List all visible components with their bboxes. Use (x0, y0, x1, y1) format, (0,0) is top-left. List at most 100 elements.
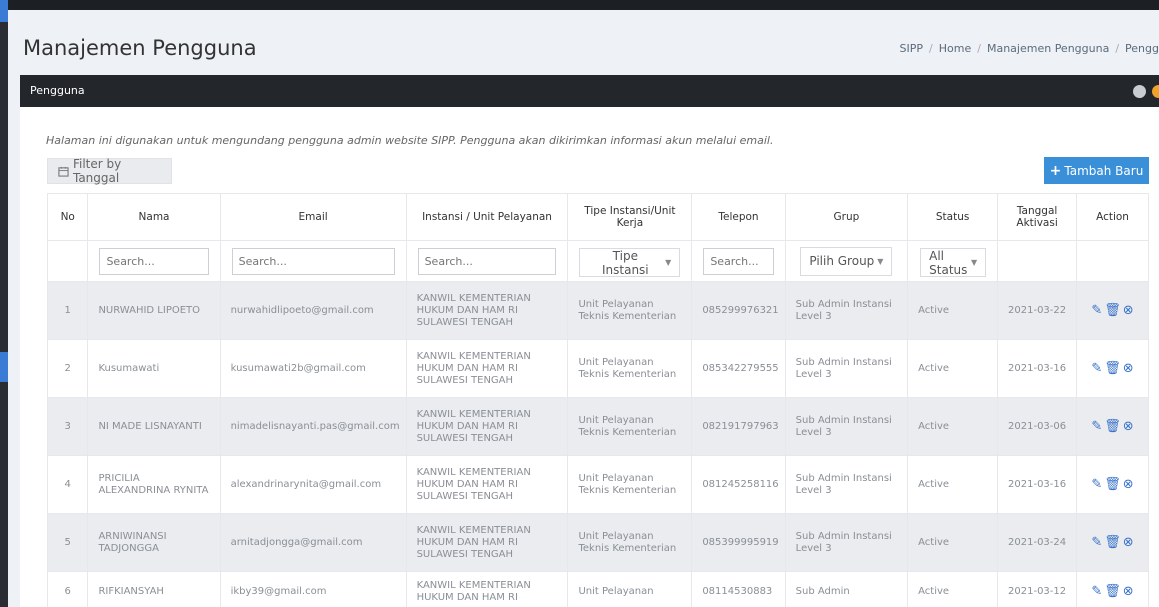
row-actions: ✎ 🗑 ⊗ (1076, 513, 1149, 572)
row-tipe: Unit Pelayanan Teknis Kementerian (567, 455, 693, 514)
row-number: 5 (46, 513, 89, 572)
breadcrumb-item-manajemen[interactable]: Manajemen Pengguna (987, 42, 1109, 55)
page-header: Manajemen Pengguna SIPP / Home / Manajemen P… (8, 10, 1159, 75)
email-search-input[interactable] (231, 247, 395, 275)
trash-icon[interactable]: 🗑 (1104, 535, 1121, 550)
row-tipe: Unit Pelayanan Teknis Kementerian (567, 281, 693, 340)
row-tanggal: 2021-03-22 (997, 281, 1078, 340)
close-circle-icon[interactable]: ⊗ (1123, 303, 1134, 318)
row-email: alexandrinarynita@gmail.com (219, 455, 407, 514)
row-number: 1 (46, 281, 89, 340)
chevron-down-icon: ▼ (665, 258, 672, 268)
row-grup: Sub Admin Instansi Level 3 (784, 397, 909, 456)
row-instansi: KANWIL KEMENTERIAN HUKUM DAN HAM RI SULA… (405, 281, 569, 340)
telepon-search-input[interactable] (703, 247, 774, 275)
row-status: Active (907, 397, 999, 456)
edit-icon[interactable]: ✎ (1091, 535, 1102, 550)
users-table: No Nama Email Instansi / Unit Pelayanan … (46, 193, 1149, 607)
row-email: ikby39@gmail.com (219, 571, 407, 607)
group-select[interactable]: Pilih Group ▼ (800, 246, 893, 276)
table-row: 1 NURWAHID LIPOETO nurwahidlipoeto@gmail… (46, 281, 1149, 340)
filter-cell-empty (46, 240, 89, 282)
column-header[interactable]: Status (907, 193, 999, 241)
row-telepon: 08114530883 (691, 571, 786, 607)
column-header[interactable]: Grup (784, 193, 909, 241)
row-instansi: KANWIL KEMENTERIAN HUKUM DAN HAM RI SULA… (405, 397, 569, 456)
row-nama: NURWAHID LIPOETO (87, 281, 221, 340)
panel-title: Pengguna (30, 84, 85, 97)
row-grup: Sub Admin Instansi Level 3 (784, 513, 909, 572)
row-actions: ✎ 🗑 ⊗ (1076, 281, 1149, 340)
edit-icon[interactable]: ✎ (1091, 303, 1102, 318)
column-header[interactable]: Tanggal Aktivasi (997, 193, 1078, 241)
table-row: 6 RIFKIANSYAH ikby39@gmail.com KANWIL KE… (46, 571, 1149, 607)
close-circle-icon[interactable]: ⊗ (1123, 535, 1134, 550)
status-select[interactable]: All Status ▼ (920, 248, 987, 278)
row-nama: RIFKIANSYAH (87, 571, 221, 607)
panel-header: Pengguna (20, 75, 1159, 107)
row-nama: ARNIWINANSI TADJONGGA (87, 513, 221, 572)
add-label: Tambah Baru (1064, 163, 1144, 178)
column-header[interactable]: Email (219, 193, 407, 241)
row-grup: Sub Admin (784, 571, 909, 607)
column-header[interactable]: Instansi / Unit Pelayanan (405, 193, 569, 241)
row-actions: ✎ 🗑 ⊗ (1076, 455, 1149, 514)
instansi-search-input[interactable] (417, 247, 557, 275)
sidebar-active-marker (0, 352, 8, 382)
sidebar-active-marker (0, 0, 8, 22)
row-email: nimadelisnayanti.pas@gmail.com (219, 397, 407, 456)
breadcrumb-item-home[interactable]: Home (939, 42, 971, 55)
edit-icon[interactable]: ✎ (1091, 477, 1102, 492)
trash-icon[interactable]: 🗑 (1104, 303, 1121, 318)
close-circle-icon[interactable]: ⊗ (1123, 584, 1134, 599)
row-email: arnitadjongga@gmail.com (219, 513, 407, 572)
tipe-instansi-select[interactable]: Tipe Instansi ▼ (579, 248, 681, 278)
trash-icon[interactable]: 🗑 (1104, 584, 1121, 599)
close-circle-icon[interactable]: ⊗ (1123, 477, 1134, 492)
row-tanggal: 2021-03-12 (997, 571, 1078, 607)
select-value: Pilih Group (809, 254, 875, 268)
breadcrumb-item-sipp[interactable]: SIPP (900, 42, 924, 55)
row-number: 2 (46, 339, 89, 398)
edit-icon[interactable]: ✎ (1091, 361, 1102, 376)
add-new-button[interactable]: + Tambah Baru (1044, 157, 1149, 184)
column-header: No (46, 193, 89, 241)
column-header[interactable]: Telepon (691, 193, 786, 241)
table-header-row: No Nama Email Instansi / Unit Pelayanan … (46, 193, 1149, 241)
filter-cell: Pilih Group ▼ (784, 240, 909, 282)
column-header[interactable]: Tipe Instansi/Unit Kerja (567, 193, 693, 241)
page-title: Manajemen Pengguna (23, 36, 257, 60)
breadcrumb-item-current: Pengg (1125, 42, 1159, 55)
row-actions: ✎ 🗑 ⊗ (1076, 571, 1149, 607)
edit-icon[interactable]: ✎ (1091, 584, 1102, 599)
row-status: Active (907, 571, 999, 607)
filter-by-date-button[interactable]: Filter by Tanggal (47, 157, 172, 185)
table-row: 4 PRICILIA ALEXANDRINA RYNITA alexandrin… (46, 455, 1149, 514)
row-status: Active (907, 339, 999, 398)
close-circle-icon[interactable]: ⊗ (1123, 361, 1134, 376)
nama-search-input[interactable] (99, 247, 209, 275)
breadcrumb: SIPP / Home / Manajemen Pengguna / Pengg (899, 42, 1159, 55)
table-row: 3 NI MADE LISNAYANTI nimadelisnayanti.pa… (46, 397, 1149, 456)
row-grup: Sub Admin Instansi Level 3 (784, 281, 909, 340)
trash-icon[interactable]: 🗑 (1104, 477, 1121, 492)
row-actions: ✎ 🗑 ⊗ (1076, 397, 1149, 456)
row-nama: Kusumawati (87, 339, 221, 398)
filter-cell (691, 240, 786, 282)
collapse-icon[interactable] (1133, 85, 1146, 98)
row-number: 4 (46, 455, 89, 514)
column-header[interactable]: Nama (87, 193, 221, 241)
edit-icon[interactable]: ✎ (1091, 419, 1102, 434)
row-number: 6 (46, 571, 89, 607)
row-instansi: KANWIL KEMENTERIAN HUKUM DAN HAM RI SULA… (405, 455, 569, 514)
trash-icon[interactable]: 🗑 (1104, 361, 1121, 376)
trash-icon[interactable]: 🗑 (1104, 419, 1121, 434)
filter-cell (405, 240, 569, 282)
close-circle-icon[interactable]: ⊗ (1123, 419, 1134, 434)
minimize-icon[interactable] (1152, 85, 1159, 98)
panel-description: Halaman ini digunakan untuk mengundang p… (46, 134, 774, 147)
row-tipe: Unit Pelayanan Teknis Kementerian (567, 397, 693, 456)
row-telepon: 085399995919 (691, 513, 786, 572)
row-telepon: 081245258116 (691, 455, 786, 514)
row-actions: ✎ 🗑 ⊗ (1076, 339, 1149, 398)
